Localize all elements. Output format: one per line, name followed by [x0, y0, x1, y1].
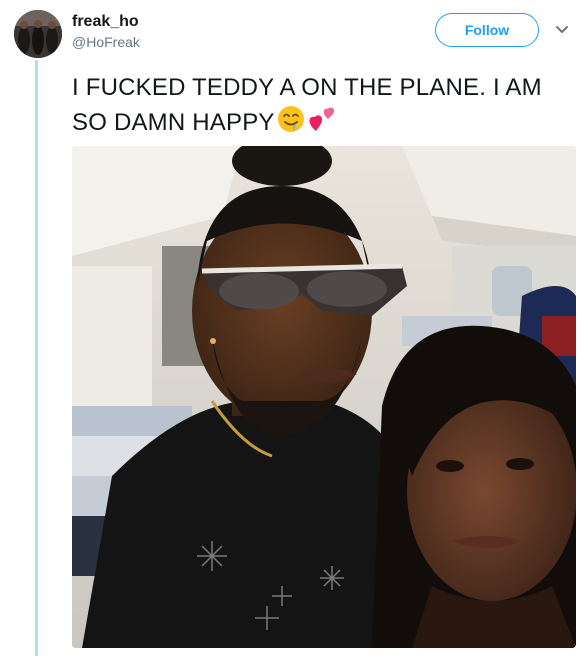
two-hearts-icon — [309, 107, 334, 131]
avatar-image — [14, 10, 62, 58]
tweet-text-line-2-text: SO DAMN HAPPY — [72, 109, 275, 136]
user-info: freak_ho @HoFreak — [72, 12, 140, 51]
display-name[interactable]: freak_ho — [72, 12, 140, 32]
tweet-text: I FUCKED TEDDY A ON THE PLANE. I AM SO D… — [72, 72, 572, 139]
follow-button[interactable]: Follow — [435, 13, 539, 47]
tweet-text-line-1: I FUCKED TEDDY A ON THE PLANE. I AM — [72, 74, 542, 101]
thread-connector-line — [35, 60, 38, 656]
chevron-down-icon[interactable] — [554, 24, 570, 36]
tweet-text-line-2: SO DAMN HAPPY — [72, 104, 572, 139]
user-handle[interactable]: @HoFreak — [72, 33, 140, 51]
avatar[interactable] — [14, 10, 62, 58]
drooling-smile-face-icon — [277, 106, 304, 132]
selfie-image — [72, 146, 576, 648]
tweet-photo[interactable] — [72, 146, 576, 648]
